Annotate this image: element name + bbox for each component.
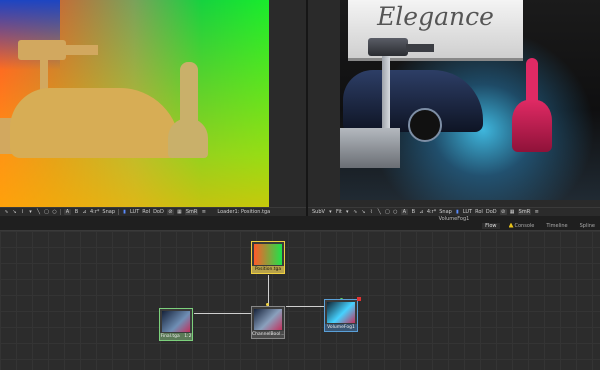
options-icon[interactable]: ≡ xyxy=(201,209,206,215)
options-icon[interactable]: ≡ xyxy=(534,209,539,215)
node-final-badge: 1:2 xyxy=(184,334,192,339)
flow-area[interactable]: Position.tga Final.tga 1:2 ChannelBool..… xyxy=(0,230,600,370)
color-channel-icon[interactable]: ▮ xyxy=(122,209,127,215)
car-silhouette xyxy=(10,88,180,158)
node-volumefog-thumbnail xyxy=(327,302,355,323)
snap-button[interactable]: Snap xyxy=(439,209,452,215)
polyline-icon[interactable]: ↘ xyxy=(361,209,366,215)
viewer-left[interactable] xyxy=(0,0,306,207)
dod-button[interactable]: DoD xyxy=(486,209,497,215)
aspect-icon[interactable]: ⊿ xyxy=(82,209,87,215)
ellipse-icon[interactable]: ○ xyxy=(393,209,398,215)
buffer-a-button[interactable]: A xyxy=(64,209,71,215)
node-final[interactable]: Final.tga 1:2 xyxy=(159,308,193,341)
ratio-button[interactable]: 4:r* xyxy=(90,209,99,215)
camera-lens-render xyxy=(406,44,434,52)
toolbar-separator xyxy=(118,209,120,215)
pencil-icon[interactable]: ∿ xyxy=(4,209,9,215)
bspline-icon[interactable]: ⌇ xyxy=(369,209,374,215)
brush-icon[interactable]: ▾ xyxy=(28,209,33,215)
node-final-label: Final.tga 1:2 xyxy=(160,333,192,340)
dancer-render xyxy=(526,58,538,104)
dropdown-icon[interactable]: ▾ xyxy=(328,209,333,215)
dod-button[interactable]: DoD xyxy=(153,209,164,215)
viewer-right[interactable]: Elegance xyxy=(308,0,600,207)
lock-icon[interactable]: ⊘ xyxy=(166,209,174,215)
dancer-dress-silhouette xyxy=(168,118,208,158)
subview-button[interactable]: SubV xyxy=(312,209,325,215)
tab-console[interactable]: Console xyxy=(506,222,538,229)
bspline-icon[interactable]: ⌇ xyxy=(20,209,25,215)
position-pass-image xyxy=(0,0,269,207)
connection-channelbool-to-volumefog xyxy=(286,306,324,307)
camera-lens xyxy=(66,45,98,55)
node-volumefog-label: VolumeFog1 xyxy=(325,324,357,331)
camera-silhouette xyxy=(18,40,66,60)
checker-icon[interactable]: ▦ xyxy=(510,209,515,215)
ratio-button[interactable]: 4:r* xyxy=(427,209,436,215)
checker-icon[interactable]: ▦ xyxy=(177,209,182,215)
roi-button[interactable]: RoI xyxy=(475,209,483,215)
node-position-thumbnail xyxy=(254,244,282,265)
lock-icon[interactable]: ⊘ xyxy=(499,209,507,215)
smr-button[interactable]: SmR xyxy=(517,209,532,215)
aspect-icon[interactable]: ⊿ xyxy=(419,209,424,215)
line-icon[interactable]: ╲ xyxy=(377,209,382,215)
viewer-left-toolbar: ∿ ↘ ⌇ ▾ ╲ ▢ ○ A B ⊿ 4:r* Snap ▮ LUT RoI … xyxy=(0,207,306,216)
crane-arm-render xyxy=(340,128,400,168)
car-wheel xyxy=(408,108,442,142)
node-channelbool[interactable]: ChannelBool... xyxy=(251,306,285,339)
buffer-a-button[interactable]: A xyxy=(400,209,408,215)
backdrop-text: Elegance xyxy=(377,2,494,31)
buffer-b-button[interactable]: B xyxy=(74,209,79,215)
buffer-b-button[interactable]: B xyxy=(411,209,416,215)
crane-render xyxy=(382,56,390,136)
polyline-icon[interactable]: ↘ xyxy=(12,209,17,215)
lut-button[interactable]: LUT xyxy=(463,209,472,215)
node-channelbool-thumbnail xyxy=(254,309,282,330)
node-volumefog-flag-icon xyxy=(357,297,361,301)
line-icon[interactable]: ╲ xyxy=(36,209,41,215)
tab-timeline[interactable]: Timeline xyxy=(543,223,570,229)
connection-final-to-channelbool xyxy=(194,313,251,314)
snap-button[interactable]: Snap xyxy=(102,209,115,215)
ellipse-icon[interactable]: ○ xyxy=(52,209,57,215)
lut-button[interactable]: LUT xyxy=(130,209,139,215)
roi-button[interactable]: RoI xyxy=(142,209,150,215)
node-volumefog[interactable]: VolumeFog1 xyxy=(324,299,358,332)
viewer-left-caption: Loader1: Position.tga xyxy=(217,209,271,215)
dropdown-icon[interactable]: ▾ xyxy=(345,209,350,215)
node-position[interactable]: Position.tga xyxy=(251,241,285,274)
node-final-thumbnail xyxy=(162,311,190,332)
rectangle-icon[interactable]: ▢ xyxy=(44,209,49,215)
viewer-right-toolbar: SubV ▾ Fit ▾ ∿ ↘ ⌇ ╲ ▢ ○ A B ⊿ 4:r* Snap… xyxy=(308,207,600,216)
tab-console-label: Console xyxy=(514,222,535,229)
camera-render xyxy=(368,38,408,56)
color-channel-icon[interactable]: ▮ xyxy=(455,209,460,215)
pencil-icon[interactable]: ∿ xyxy=(353,209,358,215)
tab-flow[interactable]: Flow xyxy=(482,222,500,229)
node-channelbool-label: ChannelBool... xyxy=(252,331,284,338)
fit-button[interactable]: Fit xyxy=(336,209,342,215)
panel-tabs: Flow Console Timeline Spline xyxy=(482,221,598,230)
node-position-label: Position.tga xyxy=(252,266,284,273)
warning-icon xyxy=(508,222,514,228)
rectangle-icon[interactable]: ▢ xyxy=(385,209,390,215)
node-final-name: Final.tga xyxy=(160,334,180,339)
smr-button[interactable]: SmR xyxy=(184,209,199,215)
toolbar-separator xyxy=(60,209,61,215)
tab-spline[interactable]: Spline xyxy=(577,223,598,229)
dancer-dress-render xyxy=(512,100,552,152)
